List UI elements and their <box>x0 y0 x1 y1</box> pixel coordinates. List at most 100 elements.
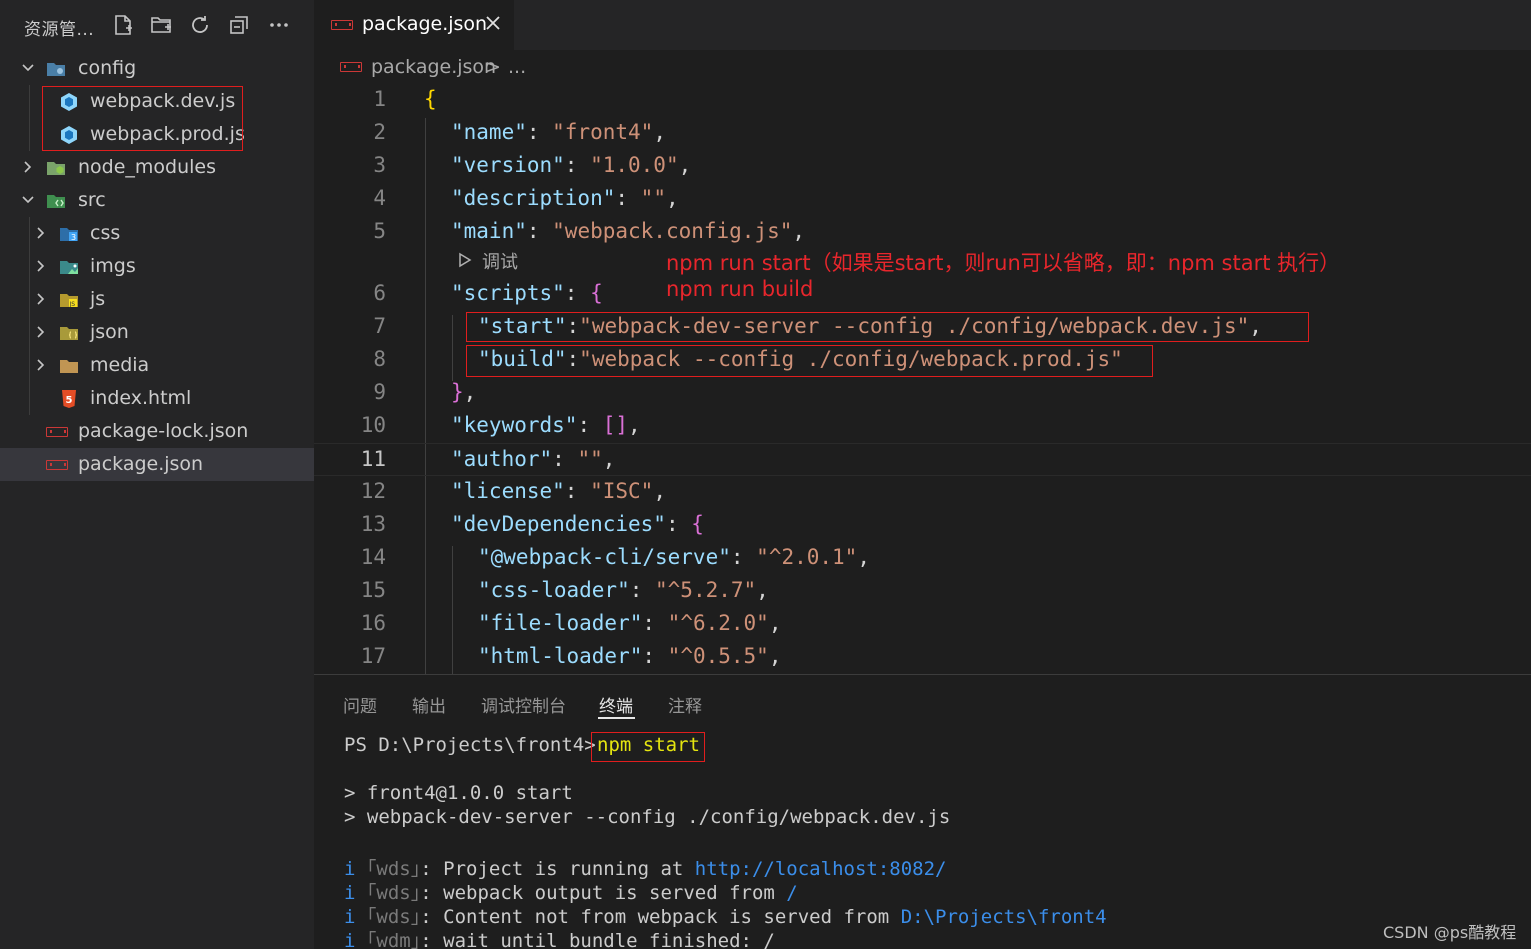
log-colon: : <box>420 930 444 949</box>
breadcrumb-file[interactable]: package.json <box>371 56 496 78</box>
code-line: 9 }, <box>314 377 1531 410</box>
info-marker: i <box>344 930 356 949</box>
annotation-npm-run-start: npm run start（如果是start，则run可以省略，即：npm st… <box>666 251 1341 275</box>
log-source: ｢wds｣ <box>366 858 421 880</box>
active-tab-indicator <box>598 717 635 719</box>
tree-item-index-html[interactable]: 5 index.html <box>0 382 314 415</box>
log-colon: : <box>420 858 444 880</box>
tree-item-config[interactable]: config <box>0 52 314 85</box>
npm-icon <box>46 460 68 470</box>
brace: } <box>451 380 464 404</box>
code-line: 15 "css-loader": "^5.2.7", <box>314 575 1531 608</box>
json-key: "name" <box>451 120 527 144</box>
chevron-right-icon <box>37 359 45 371</box>
punct: : <box>526 120 553 144</box>
json-key: "devDependencies" <box>451 512 666 536</box>
line-number: 2 <box>373 120 386 144</box>
log-source: ｢wds｣ <box>366 882 421 904</box>
line-number: 6 <box>373 281 386 305</box>
terminal-path: D:\Projects\front4 <box>900 906 1107 928</box>
code-line: 16 "file-loader": "^6.2.0", <box>314 608 1531 641</box>
log-text: Project is running at <box>443 858 695 880</box>
svg-text:3: 3 <box>71 233 76 242</box>
code-text: "author": "", <box>451 447 615 471</box>
json-key: "keywords" <box>451 413 578 437</box>
tab-terminal[interactable]: 终端 <box>599 692 633 717</box>
tab-comments[interactable]: 注释 <box>668 692 702 717</box>
folder-config-icon <box>47 63 65 76</box>
punct: : <box>577 413 603 437</box>
new-file-icon[interactable] <box>111 13 135 37</box>
chevron-right-icon <box>37 293 45 305</box>
svg-text:JS: JS <box>69 301 76 308</box>
bracket: [] <box>602 413 629 437</box>
code-line: 12 "license": "ISC", <box>314 476 1531 509</box>
line-number: 5 <box>373 219 386 243</box>
json-string: "" <box>640 186 666 210</box>
tree-item-json[interactable]: json <box>0 316 314 349</box>
code-text: "name": "front4", <box>451 120 666 144</box>
punct: : <box>642 611 668 635</box>
tree-item-label: css <box>90 222 121 244</box>
tree-item-node-modules[interactable]: node_modules <box>0 151 314 184</box>
refresh-icon[interactable] <box>188 13 212 37</box>
code-text: "keywords": [], <box>451 413 641 437</box>
folder-src-icon <box>47 195 65 208</box>
log-text: Content not from webpack is served from <box>443 906 901 928</box>
log-text: wait until bundle finished: / <box>443 930 775 949</box>
tree-item-label: index.html <box>90 387 192 409</box>
line-number: 17 <box>360 644 386 668</box>
tree-item-label: package-lock.json <box>78 420 249 442</box>
terminal-output-line: > webpack-dev-server --config ./config/w… <box>344 806 951 828</box>
code-editor: package.json package.json > ... 1 { 2 "n… <box>314 0 1531 674</box>
more-icon[interactable] <box>267 13 291 37</box>
tree-item-src[interactable]: src <box>0 184 314 217</box>
json-key: "scripts" <box>451 281 565 305</box>
tree-item-label: package.json <box>78 453 204 475</box>
code-line: 5 "main": "webpack.config.js", <box>314 216 1531 249</box>
punct: , <box>792 219 806 243</box>
terminal-link[interactable]: http://localhost:8082/ <box>695 858 947 880</box>
breadcrumb-more[interactable]: ... <box>508 56 526 78</box>
bottom-panel: 问题 输出 调试控制台 终端 注释 PS D:\Projects\front4>… <box>314 674 1531 949</box>
code-text: { <box>424 87 437 111</box>
npm-icon <box>331 20 353 30</box>
punct: : <box>629 578 656 602</box>
brace: { <box>424 87 437 111</box>
log-colon: : <box>420 906 444 928</box>
punct: : <box>665 512 692 536</box>
brace: { <box>691 512 704 536</box>
tab-problems[interactable]: 问题 <box>343 692 377 717</box>
code-line: 14 "@webpack-cli/serve": "^2.0.1", <box>314 542 1531 575</box>
chevron-right-icon <box>37 260 45 272</box>
tree-item-js[interactable]: JS js <box>0 283 314 316</box>
json-string: "ISC" <box>590 479 654 503</box>
tab-label: package.json <box>362 13 488 35</box>
line-number: 9 <box>373 380 386 404</box>
line-number: 1 <box>373 87 386 111</box>
json-string: "webpack.config.js" <box>552 219 793 243</box>
log-source: ｢wdm｣ <box>366 930 421 949</box>
folder-js-icon: JS <box>60 294 78 308</box>
collapse-all-icon[interactable] <box>227 13 251 37</box>
json-string: "^5.2.7" <box>655 578 757 602</box>
log-source: ｢wds｣ <box>366 906 421 928</box>
json-string: "front4" <box>552 120 654 144</box>
play-icon <box>459 252 472 268</box>
tab-output[interactable]: 输出 <box>412 692 446 717</box>
tab-package-json[interactable]: package.json <box>314 0 514 50</box>
json-string: "1.0.0" <box>590 153 679 177</box>
tree-item-package-json[interactable]: package.json <box>0 448 314 481</box>
code-text: "@webpack-cli/serve": "^2.0.1", <box>478 545 870 569</box>
tree-item-css[interactable]: 3 css <box>0 217 314 250</box>
line-number: 12 <box>360 479 386 503</box>
tree-item-package-lock-json[interactable]: package-lock.json <box>0 415 314 448</box>
json-key: "description" <box>451 186 616 210</box>
tab-debug-console[interactable]: 调试控制台 <box>481 692 566 717</box>
tree-item-imgs[interactable]: imgs <box>0 250 314 283</box>
tree-item-media[interactable]: media <box>0 349 314 382</box>
code-line: 4 "description": "", <box>314 183 1531 216</box>
chevron-right-icon <box>24 161 32 173</box>
close-icon[interactable] <box>484 14 502 32</box>
new-folder-icon[interactable] <box>149 13 173 37</box>
